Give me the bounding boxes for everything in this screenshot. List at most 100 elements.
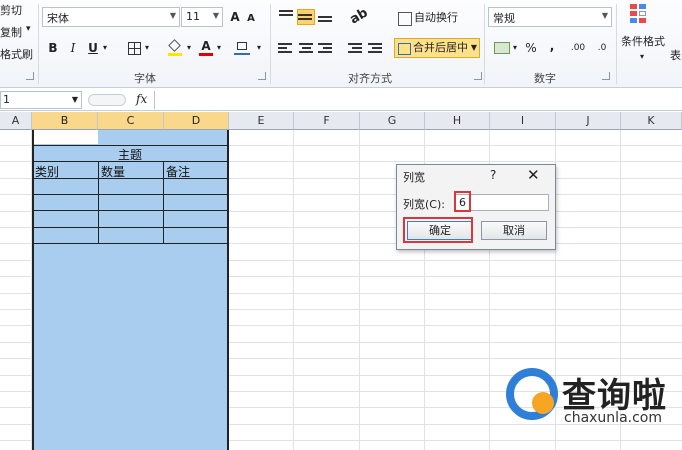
table-border-h — [32, 161, 229, 162]
insert-function-icon[interactable]: fx — [136, 92, 147, 106]
align-left-icon[interactable] — [278, 41, 294, 55]
cut-button[interactable]: 剪切 — [0, 2, 22, 18]
dialog-title: 列宽 — [403, 171, 425, 184]
font-size-value: 11 — [186, 10, 200, 23]
column-header-k[interactable]: K — [621, 112, 682, 130]
formula-bar-handle — [88, 94, 126, 106]
table-border-h — [32, 227, 229, 228]
cancel-button[interactable]: 取消 — [481, 221, 547, 240]
help-icon[interactable]: ? — [490, 168, 496, 182]
decrease-decimal-button[interactable]: .0 — [591, 38, 613, 58]
font-launcher-icon[interactable] — [258, 72, 266, 80]
active-cell[interactable] — [34, 130, 98, 144]
column-header-c[interactable]: C — [98, 112, 164, 130]
number-format-value: 常规 — [493, 12, 515, 25]
table-border-h — [32, 145, 229, 146]
copy-dropdown-icon[interactable]: ▾ — [26, 24, 31, 34]
grid-column-line — [293, 130, 294, 450]
wrap-text-button[interactable]: 自动换行 — [396, 8, 458, 28]
conditional-format-icon[interactable] — [630, 4, 656, 28]
chevron-down-icon: ▾ — [640, 52, 645, 61]
group-divider — [38, 4, 39, 84]
fill-color-icon[interactable] — [168, 39, 182, 56]
align-bottom-icon[interactable] — [318, 10, 334, 24]
column-header-i[interactable]: I — [490, 112, 556, 130]
increase-decimal-button[interactable]: .00 — [567, 38, 589, 58]
chevron-down-icon: ▼ — [601, 11, 608, 20]
table-border-h — [32, 210, 229, 211]
table-border-v — [163, 161, 164, 243]
brand-logo-icon — [506, 368, 558, 420]
bold-button[interactable]: B — [46, 38, 60, 58]
column-header-g[interactable]: G — [360, 112, 425, 130]
table-border-h — [32, 194, 229, 195]
watermark-url: chaxunla.com — [564, 410, 662, 426]
decrease-indent-icon[interactable] — [348, 41, 364, 55]
table-format-button[interactable]: 表 — [670, 47, 681, 63]
align-top-icon[interactable] — [279, 8, 295, 22]
align-center-icon[interactable] — [298, 41, 314, 55]
column-header-a[interactable]: A — [0, 112, 32, 130]
currency-icon[interactable] — [494, 42, 510, 54]
close-icon[interactable]: ✕ — [527, 166, 540, 184]
ok-highlight-box — [403, 217, 473, 243]
phonetic-dropdown-icon[interactable]: ▾ — [254, 38, 264, 58]
chevron-down-icon: ▼ — [169, 11, 176, 20]
format-painter-button[interactable]: 格式刷 — [0, 46, 33, 62]
watermark: 查询啦 chaxunla.com — [502, 366, 682, 446]
percent-button[interactable]: % — [524, 38, 538, 58]
merge-center-label: 合并后居中 — [413, 41, 468, 54]
font-name-value: 宋体 — [47, 12, 69, 25]
column-width-label: 列宽(C): — [403, 198, 445, 211]
comma-button[interactable]: , — [547, 36, 557, 56]
font-size-combo[interactable]: 11 ▼ — [181, 7, 223, 27]
grid-column-line — [359, 130, 360, 450]
chevron-down-icon: ▼ — [470, 43, 477, 52]
fill-dropdown-icon[interactable]: ▾ — [184, 38, 194, 58]
font-color-icon[interactable]: A — [199, 38, 213, 56]
formula-bar: 1 ▼ fx — [0, 89, 682, 111]
orientation-icon[interactable]: ab — [347, 5, 370, 27]
number-format-combo[interactable]: 常规 ▼ — [488, 7, 612, 27]
chevron-down-icon: ▼ — [212, 11, 219, 20]
clipboard-launcher-icon[interactable] — [26, 72, 34, 80]
chevron-down-icon: ▼ — [71, 95, 78, 104]
border-dropdown-icon[interactable]: ▾ — [142, 38, 152, 58]
ribbon: 剪切 复制 ▾ 格式刷 宋体 ▼ 11 ▼ A A B I U ▾ ▾ ▾ A ▾ … — [0, 0, 682, 88]
name-box-value: 1 — [3, 93, 10, 106]
name-box[interactable]: 1 ▼ — [0, 91, 82, 109]
column-header-f[interactable]: F — [294, 112, 360, 130]
table-border-h — [32, 178, 229, 179]
font-color-dropdown-icon[interactable]: ▾ — [214, 38, 224, 58]
formula-input[interactable] — [154, 91, 682, 109]
phonetic-icon[interactable] — [234, 41, 250, 55]
column-header-j[interactable]: J — [556, 112, 621, 130]
group-divider — [484, 4, 485, 84]
align-middle-icon[interactable] — [297, 9, 315, 25]
column-header-b[interactable]: B — [32, 112, 98, 130]
increase-indent-icon[interactable] — [368, 41, 384, 55]
table-border-h — [32, 243, 229, 244]
font-name-combo[interactable]: 宋体 ▼ — [42, 7, 180, 27]
conditional-format-button[interactable]: 条件格式 — [621, 33, 665, 49]
alignment-launcher-icon[interactable] — [474, 72, 482, 80]
input-highlight-box — [454, 191, 471, 212]
group-divider — [616, 4, 617, 84]
merge-center-button[interactable]: 合并后居中 ▼ — [394, 38, 480, 58]
column-header-h[interactable]: H — [425, 112, 490, 130]
shrink-font-button[interactable]: A — [245, 9, 257, 29]
italic-button[interactable]: I — [66, 38, 80, 58]
align-right-icon[interactable] — [318, 41, 334, 55]
border-icon[interactable] — [128, 42, 141, 55]
currency-dropdown-icon[interactable]: ▾ — [510, 38, 520, 58]
number-launcher-icon[interactable] — [602, 72, 610, 80]
column-width-dialog: 列宽 ? ✕ 列宽(C): 6 确定 取消 — [396, 164, 556, 250]
column-header-e[interactable]: E — [229, 112, 294, 130]
group-divider — [270, 4, 271, 84]
underline-button[interactable]: U — [86, 38, 100, 58]
table-border-v — [98, 161, 99, 243]
copy-button[interactable]: 复制 — [0, 24, 22, 40]
column-header-d[interactable]: D — [164, 112, 229, 130]
underline-dropdown-icon[interactable]: ▾ — [100, 38, 110, 58]
grow-font-button[interactable]: A — [228, 7, 242, 27]
